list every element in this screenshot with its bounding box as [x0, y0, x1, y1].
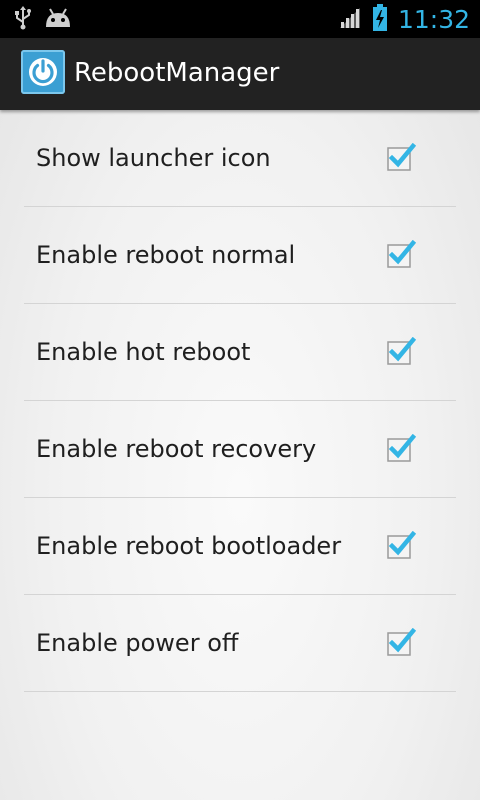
setting-label: Enable power off: [36, 629, 239, 657]
checkbox[interactable]: [386, 336, 417, 367]
app-title: RebootManager: [74, 58, 280, 88]
checkbox[interactable]: [386, 433, 417, 464]
checkbox[interactable]: [386, 142, 417, 173]
checkbox[interactable]: [386, 239, 417, 270]
battery-charging-icon: [372, 4, 388, 36]
power-icon[interactable]: [21, 50, 65, 94]
setting-label: Enable reboot normal: [36, 241, 296, 269]
setting-label: Show launcher icon: [36, 144, 271, 172]
setting-label: Enable reboot bootloader: [36, 532, 342, 560]
checkbox[interactable]: [386, 627, 417, 658]
checkbox[interactable]: [386, 530, 417, 561]
action-bar: RebootManager: [0, 38, 480, 110]
settings-list: Show launcher icon Enable reboot normal …: [24, 110, 456, 692]
signal-icon: [338, 6, 362, 34]
setting-row-enable-reboot-bootloader[interactable]: Enable reboot bootloader: [24, 498, 456, 595]
setting-row-enable-power-off[interactable]: Enable power off: [24, 595, 456, 692]
usb-icon: [14, 6, 32, 34]
setting-row-enable-reboot-recovery[interactable]: Enable reboot recovery: [24, 401, 456, 498]
setting-row-show-launcher-icon[interactable]: Show launcher icon: [24, 110, 456, 207]
setting-row-enable-reboot-normal[interactable]: Enable reboot normal: [24, 207, 456, 304]
setting-row-enable-hot-reboot[interactable]: Enable hot reboot: [24, 304, 456, 401]
setting-label: Enable hot reboot: [36, 338, 251, 366]
status-bar: 11:32: [0, 0, 480, 38]
android-icon: [44, 7, 72, 33]
status-clock: 11:32: [397, 5, 470, 34]
setting-label: Enable reboot recovery: [36, 435, 317, 463]
